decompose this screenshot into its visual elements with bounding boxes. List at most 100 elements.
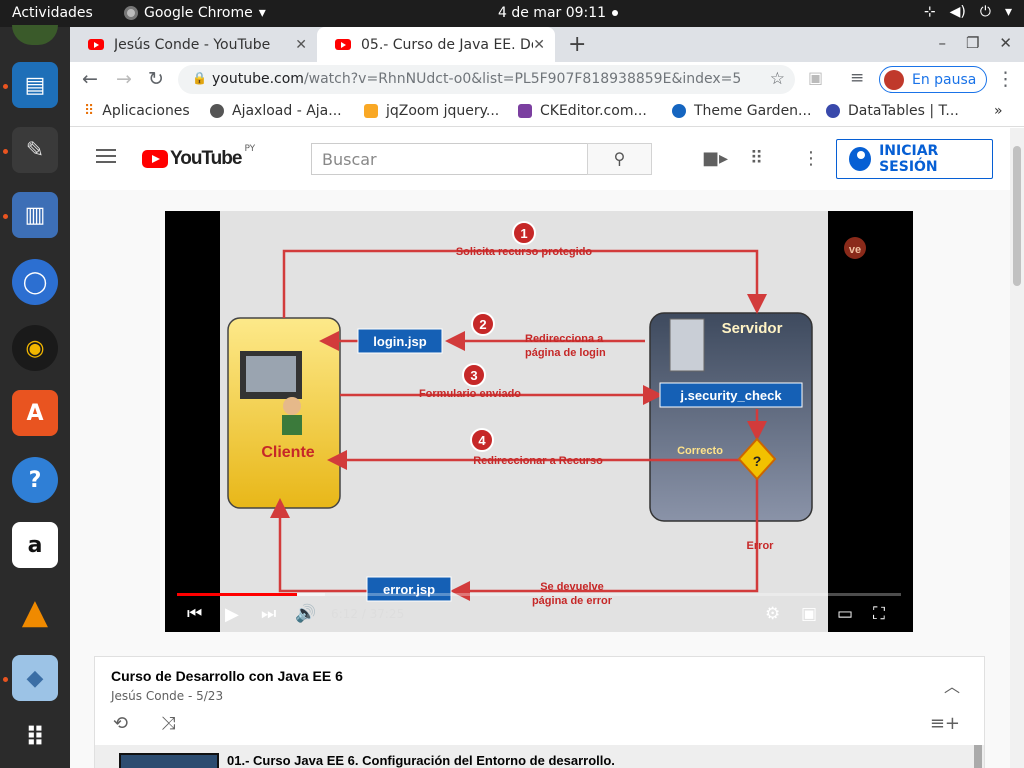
fullscreen-icon[interactable]: ⛶ xyxy=(873,604,885,624)
new-tab-button[interactable]: + xyxy=(568,32,586,57)
activities-button[interactable]: Actividades xyxy=(12,5,93,21)
browser-toolbar: ← → ↻ 🔒 youtube.com/watch?v=RhnNUdct-o0&… xyxy=(70,62,1024,97)
restore-icon[interactable]: ❐ xyxy=(966,34,979,52)
video-frame: 1 2 3 4 Solicita recurso protegido Redir… xyxy=(220,211,828,632)
playlist-scrollbar[interactable] xyxy=(974,745,982,768)
show-applications-icon[interactable]: ⠿ xyxy=(12,715,58,761)
signin-button[interactable]: INICIAR SESIÓN xyxy=(836,139,993,179)
loop-icon[interactable]: ⟲ xyxy=(113,713,128,734)
address-bar[interactable]: 🔒 youtube.com/watch?v=RhnNUdct-o0&list=P… xyxy=(178,65,795,94)
rhythmbox-icon[interactable]: ◉ xyxy=(12,325,58,371)
chrome-icon xyxy=(124,6,138,20)
signin-label: INICIAR SESIÓN xyxy=(879,143,939,175)
amazon-icon[interactable]: a xyxy=(12,522,58,568)
bookmark-label: CKEditor.com... xyxy=(540,103,647,119)
playlist-item[interactable]: 01.- Curso Java EE 6. Configuración del … xyxy=(95,745,984,768)
vlc-icon[interactable]: ▲ xyxy=(12,589,58,635)
play-icon[interactable]: ▶ xyxy=(225,604,239,625)
step-2-label-b: página de login xyxy=(525,347,606,359)
clock[interactable]: 4 de mar 09:11 xyxy=(498,5,619,21)
drupal-icon xyxy=(672,104,686,118)
search-button[interactable]: ⚲ xyxy=(587,143,652,175)
step-1-label: Solicita recurso protegido xyxy=(456,246,593,258)
bookmark-ckeditor[interactable]: CKEditor.com... xyxy=(518,103,647,119)
tab-title: Jesús Conde - YouTube xyxy=(114,36,271,53)
page-scrollbar[interactable] xyxy=(1010,128,1024,768)
forward-button[interactable]: → xyxy=(116,68,132,90)
channel-watermark-icon: ve xyxy=(844,237,866,259)
bookmark-apps[interactable]: ⠿ Aplicaciones xyxy=(84,103,190,119)
tab-title: 05.- Curso de Java EE. Dor xyxy=(361,36,533,53)
power-icon: ⏻ xyxy=(979,4,991,20)
miniplayer-icon[interactable]: ▣ xyxy=(801,604,817,624)
system-tray[interactable]: ⊹ ◀) ⏻ ▾ xyxy=(924,4,1012,20)
server-icon xyxy=(669,318,705,372)
bookmark-jqzoom[interactable]: jqZoom jquery... xyxy=(364,103,499,119)
dock: ▤ ✎ ▥ ◯ ◉ A ? a ▲ ◆ ⠿ xyxy=(0,25,70,768)
bookmarks-overflow-button[interactable]: » xyxy=(994,103,1003,119)
tab-youtube-channel[interactable]: Jesús Conde - YouTube ✕ xyxy=(70,27,317,62)
time-display: 6:12 / 37:25 xyxy=(331,607,405,621)
ubuntu-software-icon[interactable]: A xyxy=(12,390,58,436)
bookmark-label: DataTables | T... xyxy=(848,103,959,119)
bookmark-ajaxload[interactable]: Ajaxload - Aja... xyxy=(210,103,342,119)
tab-current-video[interactable]: 05.- Curso de Java EE. Dor ✕ xyxy=(317,27,555,62)
reload-button[interactable]: ↻ xyxy=(148,68,164,90)
media-queue-icon[interactable]: ≡ xyxy=(850,68,864,88)
close-window-icon[interactable]: ✕ xyxy=(999,34,1012,52)
playlist-item-title: 01.- Curso Java EE 6. Configuración del … xyxy=(227,753,615,768)
extension-icon[interactable]: ▣ xyxy=(808,68,823,87)
file-manager-icon[interactable]: ▥ xyxy=(12,192,58,238)
bookmark-star-icon[interactable]: ☆ xyxy=(770,69,785,89)
virtualbox-icon[interactable]: ◆ xyxy=(12,655,58,701)
close-icon[interactable]: ✕ xyxy=(533,37,545,53)
playlist-panel: Curso de Desarrollo con Java EE 6 Jesús … xyxy=(94,656,985,768)
step-3-label: Formulario enviado xyxy=(419,388,521,400)
minimize-icon[interactable]: – xyxy=(938,34,946,52)
bookmark-label: Ajaxload - Aja... xyxy=(232,103,342,119)
previous-icon[interactable]: ⏮ xyxy=(187,604,202,624)
apps-grid-icon: ⠿ xyxy=(84,103,95,119)
settings-hd-icon[interactable]: ⚙ xyxy=(765,604,780,624)
bookmark-theme-garden[interactable]: Theme Garden... xyxy=(672,103,811,119)
app-menu[interactable]: Google Chrome ▾ xyxy=(124,5,266,21)
error-label: Error xyxy=(747,540,775,552)
video-player[interactable]: 1 2 3 4 Solicita recurso protegido Redir… xyxy=(165,211,913,632)
shuffle-icon[interactable]: ⤨ xyxy=(161,713,175,734)
client-label: Cliente xyxy=(261,444,314,461)
menu-kebab-icon[interactable]: ⋮ xyxy=(996,68,1015,90)
user-icon xyxy=(283,397,301,415)
network-icon: ⊹ xyxy=(923,4,936,20)
libreoffice-writer-icon[interactable]: ▤ xyxy=(12,62,58,108)
youtube-logo[interactable]: YouTube PY xyxy=(142,144,255,170)
chevron-down-icon: ▾ xyxy=(258,5,266,21)
settings-kebab-icon[interactable]: ⋮ xyxy=(802,148,820,169)
dock-app-partial-icon[interactable] xyxy=(12,25,58,45)
scrollbar-thumb[interactable] xyxy=(1013,146,1021,286)
theater-mode-icon[interactable]: ▭ xyxy=(837,604,853,624)
help-icon[interactable]: ? xyxy=(12,457,58,503)
menu-hamburger-icon[interactable] xyxy=(96,149,116,163)
lock-icon: 🔒 xyxy=(192,71,207,85)
progress-bar[interactable] xyxy=(177,593,901,596)
next-icon[interactable]: ⏭ xyxy=(261,604,276,624)
apps-grid-icon[interactable]: ⠿ xyxy=(750,148,763,169)
youtube-page: YouTube PY Buscar ⚲ ■▸ ⠿ ⋮ INICIAR SESIÓ… xyxy=(70,128,1010,768)
collapse-chevron-icon[interactable]: ︿ xyxy=(944,673,960,697)
search-input[interactable]: Buscar xyxy=(311,143,588,175)
chromium-icon[interactable]: ◯ xyxy=(12,259,58,305)
volume-icon[interactable]: 🔊 xyxy=(295,604,316,624)
create-video-icon[interactable]: ■▸ xyxy=(702,148,728,169)
url-path: /watch?v=RhnNUdct-o0&list=PL5F907F818938… xyxy=(303,71,742,87)
step-2-label-a: Redirecciona a xyxy=(525,333,604,345)
back-button[interactable]: ← xyxy=(82,68,98,90)
tab-strip: Jesús Conde - YouTube ✕ 05.- Curso de Ja… xyxy=(70,27,1024,62)
bookmark-datatables[interactable]: DataTables | T... xyxy=(826,103,959,119)
profile-button[interactable]: En pausa xyxy=(879,66,988,93)
paint-brush-icon[interactable]: ✎ xyxy=(12,127,58,173)
playlist-title[interactable]: Curso de Desarrollo con Java EE 6 xyxy=(111,668,343,684)
close-icon[interactable]: ✕ xyxy=(295,37,307,53)
save-playlist-icon[interactable]: ≡+ xyxy=(930,713,960,734)
svg-text:1: 1 xyxy=(520,226,527,241)
decision-label: ? xyxy=(753,453,762,469)
